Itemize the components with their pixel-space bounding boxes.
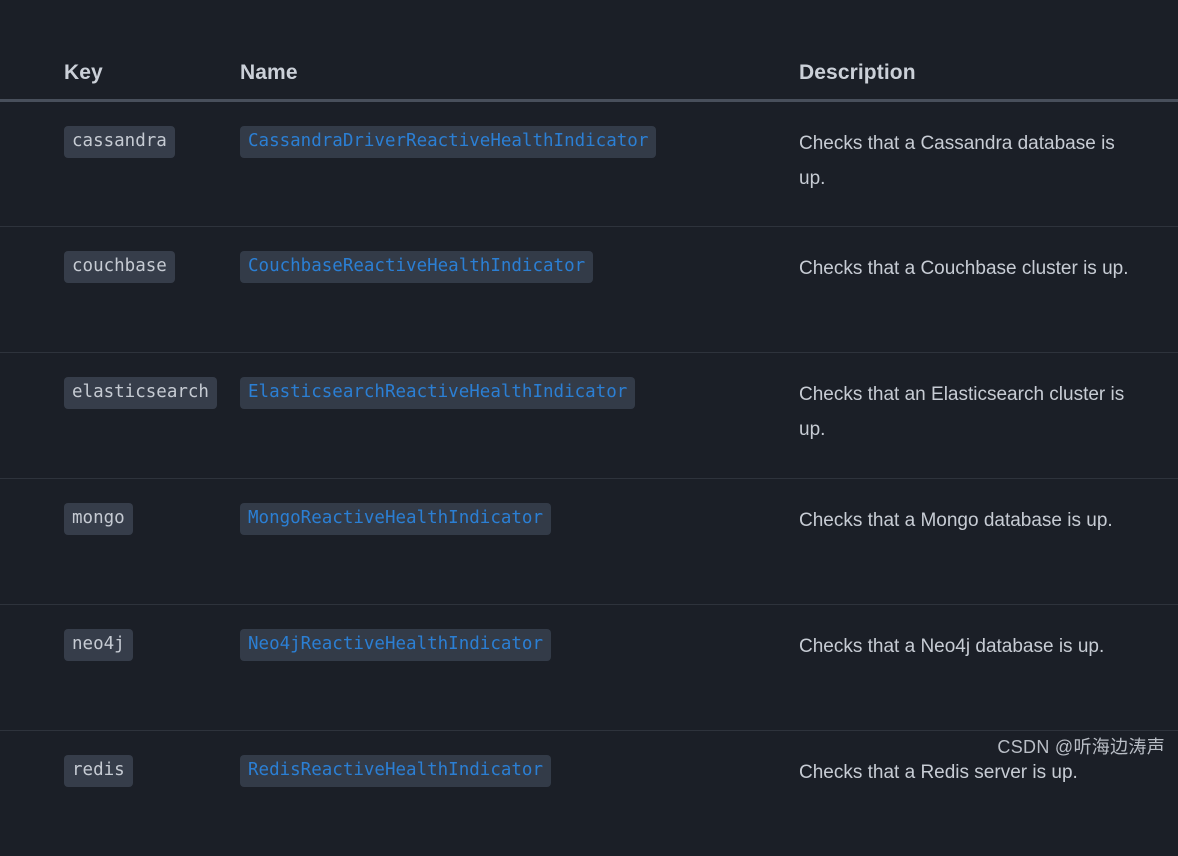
key-code-chip: elasticsearch — [64, 376, 217, 409]
description-text: Checks that a Mongo database is up. — [799, 509, 1113, 531]
table-row: mongo MongoReactiveHealthIndicator Check… — [0, 478, 1178, 604]
cell-key: elasticsearch — [0, 352, 236, 478]
description-text: Checks that a Cassandra database is up. — [799, 132, 1115, 189]
cell-key: cassandra — [0, 100, 236, 226]
cell-name: CassandraDriverReactiveHealthIndicator — [236, 100, 793, 226]
column-header-description: Description — [799, 60, 916, 84]
key-code-chip: couchbase — [64, 250, 175, 283]
key-code-chip: neo4j — [64, 628, 133, 661]
cell-description: Checks that a Cassandra database is up. — [793, 100, 1178, 226]
cell-description: Checks that an Elasticsearch cluster is … — [793, 352, 1178, 478]
health-indicators-table: Key Name Description cassandra Cassandra… — [0, 0, 1178, 856]
table-header-row: Key Name Description — [0, 0, 1178, 100]
name-code-chip: CassandraDriverReactiveHealthIndicator — [240, 125, 657, 158]
cell-name: ElasticsearchReactiveHealthIndicator — [236, 352, 793, 478]
table-row: cassandra CassandraDriverReactiveHealthI… — [0, 100, 1178, 226]
description-text: Checks that a Redis server is up. — [799, 761, 1078, 783]
description-text: Checks that a Neo4j database is up. — [799, 635, 1105, 657]
name-code-chip: MongoReactiveHealthIndicator — [240, 502, 552, 535]
table-row: couchbase CouchbaseReactiveHealthIndicat… — [0, 226, 1178, 352]
cell-name: CouchbaseReactiveHealthIndicator — [236, 226, 793, 352]
cell-key: couchbase — [0, 226, 236, 352]
column-header-key: Key — [64, 60, 103, 84]
table-row: elasticsearch ElasticsearchReactiveHealt… — [0, 352, 1178, 478]
table-header: Key Name Description — [0, 0, 1178, 100]
cell-description: Checks that a Neo4j database is up. — [793, 604, 1178, 730]
key-code-chip: mongo — [64, 502, 133, 535]
csdn-watermark: CSDN @听海边涛声 — [997, 737, 1165, 757]
cell-name: RedisReactiveHealthIndicator — [236, 730, 793, 856]
documentation-page: Key Name Description cassandra Cassandra… — [0, 0, 1178, 787]
cell-key: mongo — [0, 478, 236, 604]
name-code-chip: ElasticsearchReactiveHealthIndicator — [240, 376, 636, 409]
name-code-chip: Neo4jReactiveHealthIndicator — [240, 628, 552, 661]
cell-key: redis — [0, 730, 236, 856]
cell-description: Checks that a Couchbase cluster is up. — [793, 226, 1178, 352]
table-row: neo4j Neo4jReactiveHealthIndicator Check… — [0, 604, 1178, 730]
column-header-name: Name — [240, 60, 298, 84]
key-code-chip: cassandra — [64, 125, 175, 158]
description-text: Checks that a Couchbase cluster is up. — [799, 257, 1129, 279]
cell-name: MongoReactiveHealthIndicator — [236, 478, 793, 604]
cell-description: Checks that a Mongo database is up. — [793, 478, 1178, 604]
description-text: Checks that an Elasticsearch cluster is … — [799, 383, 1125, 440]
name-code-chip: RedisReactiveHealthIndicator — [240, 754, 552, 787]
cell-name: Neo4jReactiveHealthIndicator — [236, 604, 793, 730]
key-code-chip: redis — [64, 754, 133, 787]
name-code-chip: CouchbaseReactiveHealthIndicator — [240, 250, 594, 283]
cell-key: neo4j — [0, 604, 236, 730]
